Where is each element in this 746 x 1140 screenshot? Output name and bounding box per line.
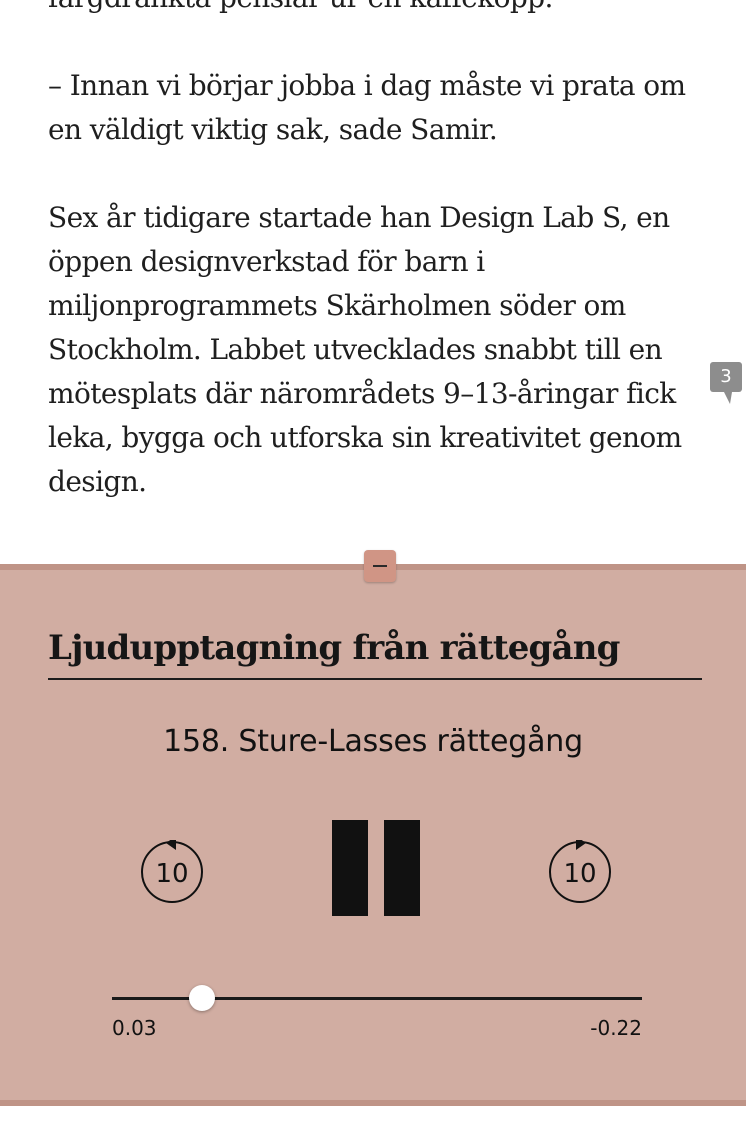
skip-back-label: 10 — [155, 859, 188, 889]
forward-10-icon: 10 — [549, 836, 611, 903]
article-body: färgdränkta penslar ur en kaffekopp. – I… — [48, 0, 708, 548]
pause-button[interactable] — [332, 820, 420, 916]
elapsed-time: 0.03 — [112, 1016, 157, 1040]
remaining-time: -0.22 — [590, 1016, 642, 1040]
playback-controls: 10 10 — [0, 820, 746, 920]
progress-thumb[interactable] — [189, 985, 216, 1011]
pause-icon — [384, 820, 420, 916]
speech-bubble-tail — [724, 392, 732, 404]
audio-player: Ljudupptagning från rättegång 158. Sture… — [0, 564, 746, 1106]
skip-forward-button[interactable]: 10 — [548, 836, 612, 904]
skip-forward-label: 10 — [563, 859, 596, 889]
article-paragraph: färgdränkta penslar ur en kaffekopp. — [48, 0, 708, 20]
comment-count: 3 — [720, 366, 732, 387]
track-title: 158. Sture-Lasses rättegång — [163, 724, 583, 759]
minus-icon — [373, 565, 387, 567]
article-paragraph: Sex år tidigare startade han Design Lab … — [48, 201, 682, 498]
article-paragraph: – Innan vi börjar jobba i dag måste vi p… — [48, 69, 686, 146]
collapse-player-button[interactable] — [364, 550, 396, 582]
skip-back-button[interactable]: 10 — [140, 836, 204, 904]
player-heading: Ljudupptagning från rättegång — [48, 626, 702, 680]
rewind-10-icon: 10 — [141, 836, 203, 903]
pause-icon — [332, 820, 368, 916]
progress-slider[interactable] — [112, 984, 642, 1012]
comment-count-badge[interactable]: 3 — [710, 362, 742, 404]
